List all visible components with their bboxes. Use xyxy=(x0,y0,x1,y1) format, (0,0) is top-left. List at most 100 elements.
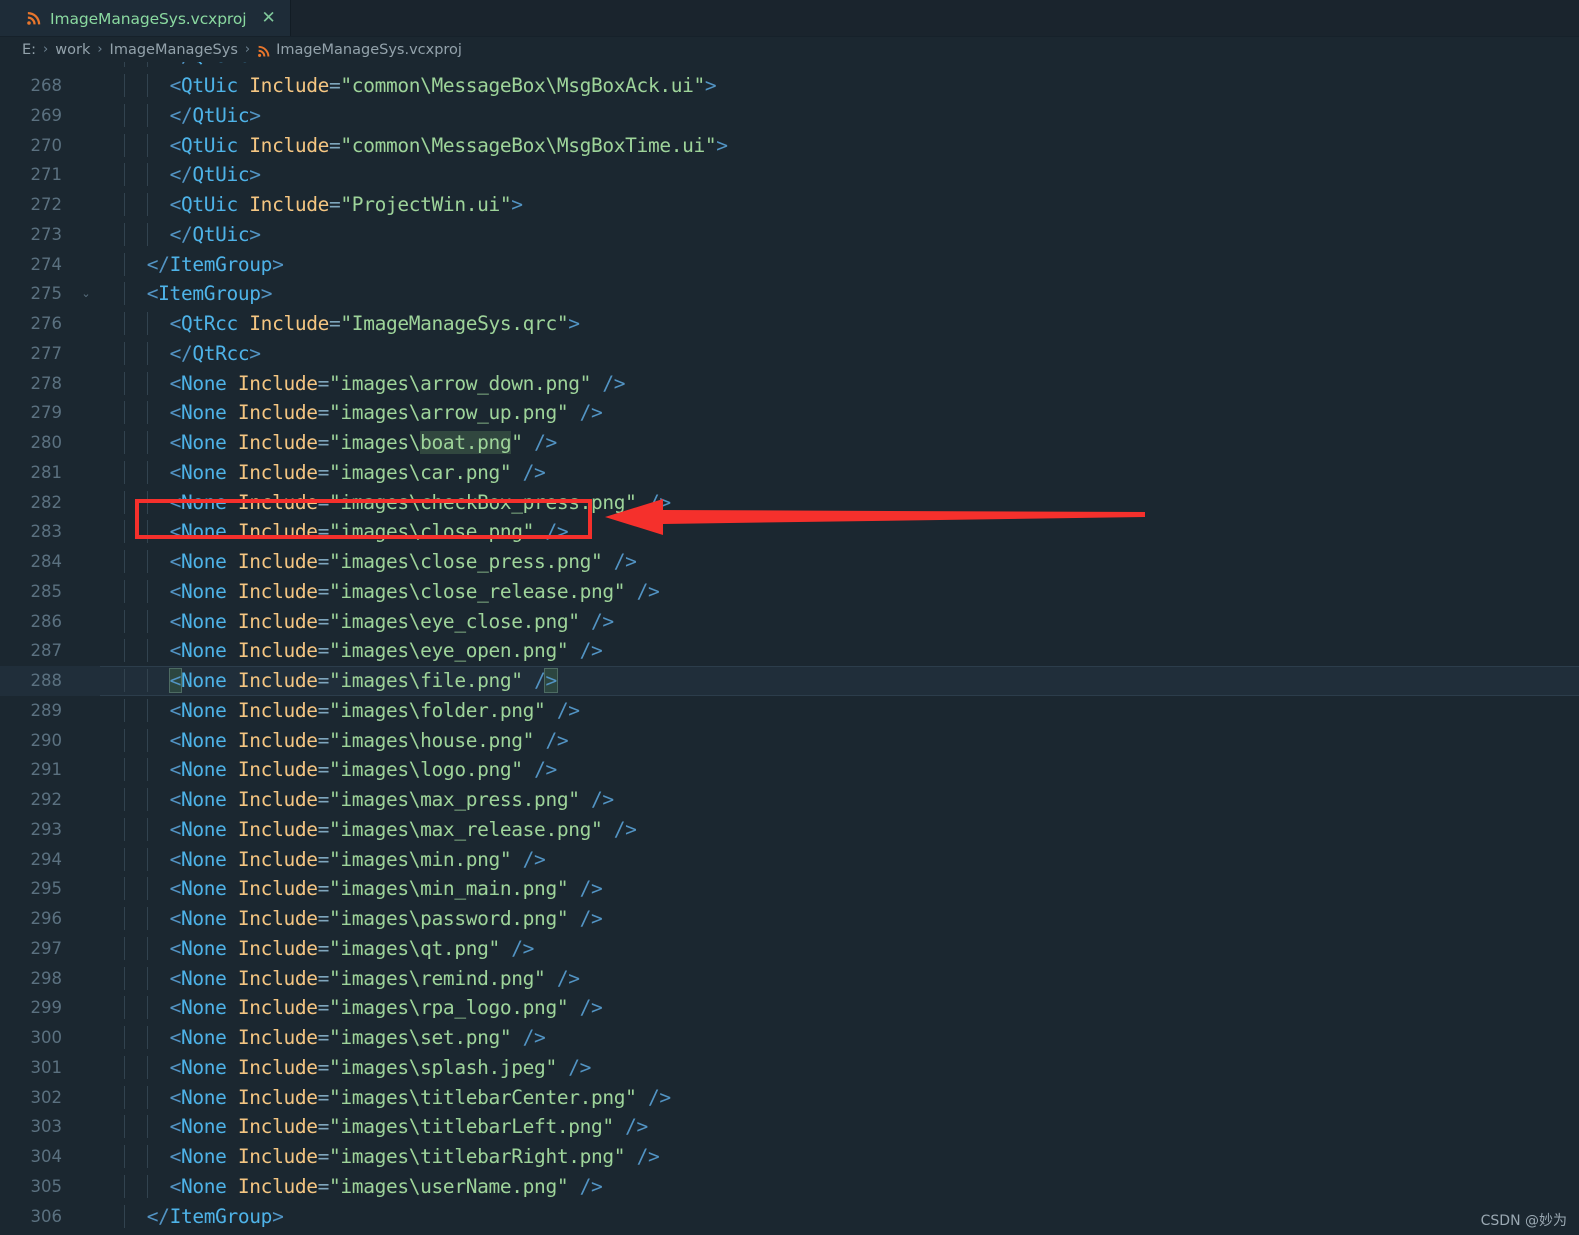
code-line[interactable]: 294 <None Include="images\min.png" /> xyxy=(0,844,1579,874)
indent-guide xyxy=(124,74,125,98)
indent-guide xyxy=(147,1174,149,1198)
code-line[interactable]: 305 <None Include="images\userName.png" … xyxy=(0,1172,1579,1202)
code-editor[interactable]: 267 </QtUic>268 <QtUic Include="common\M… xyxy=(0,62,1579,1235)
breadcrumb-item-drive[interactable]: E: xyxy=(22,42,36,58)
code-line[interactable]: 276 <QtRcc Include="ImageManageSys.qrc"> xyxy=(0,309,1579,339)
code-line[interactable]: 283 <None Include="images\close.png" /> xyxy=(0,517,1579,547)
indent-guide xyxy=(147,133,149,157)
indent-guide xyxy=(124,1115,125,1139)
code-line[interactable]: 289 <None Include="images\folder.png" /> xyxy=(0,696,1579,726)
code-line[interactable]: 274 </ItemGroup> xyxy=(0,249,1579,279)
indent-guide xyxy=(147,163,149,187)
code-line[interactable]: 293 <None Include="images\max_release.pn… xyxy=(0,815,1579,845)
indent-guide xyxy=(147,520,149,544)
code-line[interactable]: 282 <None Include="images\checkBox_press… xyxy=(0,487,1579,517)
code-line-text: <None Include="images\eye_open.png" /> xyxy=(100,639,1579,663)
indent-guide xyxy=(147,877,149,901)
indent-guide xyxy=(147,222,149,246)
code-line[interactable]: 298 <None Include="images\remind.png" /> xyxy=(0,963,1579,993)
code-line[interactable]: 295 <None Include="images\min_main.png" … xyxy=(0,874,1579,904)
indent-guide xyxy=(147,669,149,693)
indent-guide xyxy=(147,103,149,127)
indent-guide xyxy=(124,609,125,633)
code-line[interactable]: 275 ⌄ <ItemGroup> xyxy=(0,279,1579,309)
indent-guide xyxy=(124,639,125,663)
code-line-text: <None Include="images\userName.png" /> xyxy=(100,1174,1579,1198)
line-number: 283 xyxy=(30,522,63,542)
close-icon[interactable]: ✕ xyxy=(258,9,278,28)
code-line-text: </QtUic> xyxy=(100,222,1579,246)
indent-guide xyxy=(147,341,149,365)
code-line-text: <None Include="images\file.png" /> xyxy=(100,668,1579,694)
code-line[interactable]: 291 <None Include="images\logo.png" /> xyxy=(0,755,1579,785)
line-number: 279 xyxy=(30,403,63,423)
indent-guide xyxy=(124,579,125,603)
breadcrumb-item-imagemanagesys[interactable]: ImageManageSys xyxy=(110,42,238,58)
indent-guide xyxy=(147,1055,149,1079)
vcxproj-file-icon xyxy=(26,11,41,26)
code-line[interactable]: 270 <QtUic Include="common\MessageBox\Ms… xyxy=(0,130,1579,160)
indent-guide xyxy=(124,788,125,812)
fold-chevron-down-icon[interactable]: ⌄ xyxy=(72,287,100,300)
breadcrumb-separator-icon: › xyxy=(97,42,103,57)
code-line[interactable]: 288 <None Include="images\file.png" /> xyxy=(0,665,1579,696)
code-line[interactable]: 284 <None Include="images\close_press.pn… xyxy=(0,547,1579,577)
line-number: 305 xyxy=(30,1176,63,1196)
editor-tab-label: ImageManageSys.vcxproj xyxy=(50,9,247,28)
editor-tab-imagemanagesys-vcxproj[interactable]: ImageManageSys.vcxproj ✕ xyxy=(0,0,291,37)
code-line[interactable]: 267 </QtUic> xyxy=(0,62,1579,71)
code-line[interactable]: 299 <None Include="images\rpa_logo.png" … xyxy=(0,993,1579,1023)
code-line[interactable]: 297 <None Include="images\qt.png" /> xyxy=(0,934,1579,964)
line-number: 304 xyxy=(30,1147,63,1167)
code-line[interactable]: 300 <None Include="images\set.png" /> xyxy=(0,1023,1579,1053)
line-number: 280 xyxy=(30,433,63,453)
code-line-text: <None Include="images\folder.png" /> xyxy=(100,698,1579,722)
indent-guide xyxy=(147,62,149,68)
code-line-text: <None Include="images\house.png" /> xyxy=(100,728,1579,752)
breadcrumb-item-file[interactable]: ImageManageSys.vcxproj xyxy=(276,42,462,58)
line-number: 268 xyxy=(30,76,63,96)
code-line[interactable]: 296 <None Include="images\password.png" … xyxy=(0,904,1579,934)
code-line[interactable]: 290 <None Include="images\house.png" /> xyxy=(0,725,1579,755)
code-line-text: <QtUic Include="common\MessageBox\MsgBox… xyxy=(100,74,1579,98)
line-number: 287 xyxy=(30,641,63,661)
line-number: 277 xyxy=(30,343,63,363)
code-line[interactable]: 301 <None Include="images\splash.jpeg" /… xyxy=(0,1053,1579,1083)
code-line[interactable]: 286 <None Include="images\eye_close.png"… xyxy=(0,606,1579,636)
indent-guide xyxy=(147,639,149,663)
code-line[interactable]: 269 </QtUic> xyxy=(0,101,1579,131)
indent-guide xyxy=(124,163,125,187)
code-line[interactable]: 292 <None Include="images\max_press.png"… xyxy=(0,785,1579,815)
code-line[interactable]: 278 <None Include="images\arrow_down.png… xyxy=(0,368,1579,398)
code-line[interactable]: 285 <None Include="images\close_release.… xyxy=(0,577,1579,607)
code-line[interactable]: 304 <None Include="images\titlebarRight.… xyxy=(0,1142,1579,1172)
breadcrumb-item-work[interactable]: work xyxy=(55,42,90,58)
indent-guide xyxy=(124,966,125,990)
indent-guide xyxy=(124,1145,125,1169)
code-line[interactable]: 306 </ItemGroup> xyxy=(0,1201,1579,1231)
indent-guide xyxy=(124,193,125,217)
code-line[interactable]: 281 <None Include="images\car.png" /> xyxy=(0,458,1579,488)
code-line[interactable]: 277 </QtRcc> xyxy=(0,339,1579,369)
code-line-text: <None Include="images\min.png" /> xyxy=(100,847,1579,871)
indent-guide xyxy=(147,579,149,603)
indent-guide xyxy=(147,401,149,425)
code-line[interactable]: 303 <None Include="images\titlebarLeft.p… xyxy=(0,1112,1579,1142)
breadcrumb: E: › work › ImageManageSys › ImageManage… xyxy=(0,37,1579,62)
code-line-text: <None Include="images\titlebarCenter.png… xyxy=(100,1085,1579,1109)
indent-guide xyxy=(124,103,125,127)
breadcrumb-separator-icon: › xyxy=(244,42,251,57)
code-line[interactable]: 279 <None Include="images\arrow_up.png" … xyxy=(0,398,1579,428)
indent-guide xyxy=(124,62,125,68)
indent-guide xyxy=(147,371,149,395)
code-line[interactable]: 268 <QtUic Include="common\MessageBox\Ms… xyxy=(0,71,1579,101)
code-line[interactable]: 287 <None Include="images\eye_open.png" … xyxy=(0,636,1579,666)
code-line[interactable]: 271 </QtUic> xyxy=(0,160,1579,190)
indent-guide xyxy=(147,312,149,336)
code-line[interactable]: 280 <None Include="images\boat.png" /> xyxy=(0,428,1579,458)
indent-guide xyxy=(124,1026,125,1050)
indent-guide xyxy=(124,907,125,931)
code-line[interactable]: 272 <QtUic Include="ProjectWin.ui"> xyxy=(0,190,1579,220)
code-line[interactable]: 302 <None Include="images\titlebarCenter… xyxy=(0,1082,1579,1112)
code-line[interactable]: 273 </QtUic> xyxy=(0,220,1579,250)
